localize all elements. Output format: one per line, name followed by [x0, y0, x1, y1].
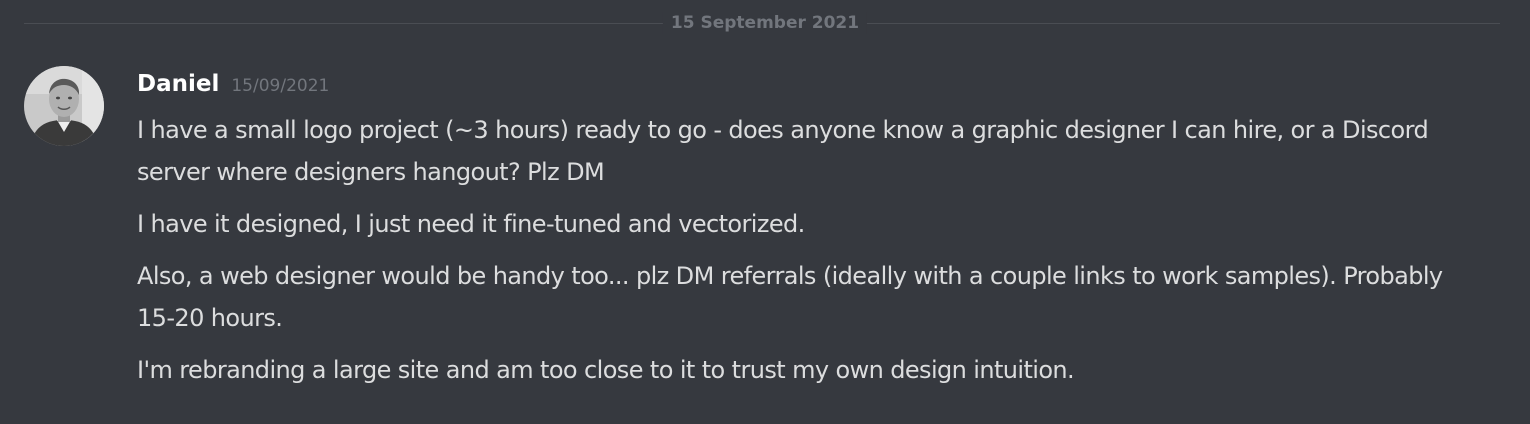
message-timestamp[interactable]: 15/09/2021 [231, 76, 329, 96]
message-line: I have a small logo project (~3 hours) r… [137, 116, 1429, 186]
chat-message-area: 15 September 2021 Daniel15/09/2021 I ha [0, 0, 1530, 424]
date-divider-label: 15 September 2021 [662, 12, 868, 34]
message-content: Daniel 15/09/2021 I have a small logo pro… [137, 66, 1457, 401]
author-username[interactable]: Daniel [137, 71, 219, 97]
avatar-photo-icon [24, 66, 104, 146]
message-header: Daniel 15/09/2021 [137, 66, 1457, 102]
message-line: I have it designed, I just need it fine-… [137, 210, 805, 238]
message-line: Also, a web designer would be handy too.… [137, 262, 1443, 332]
message-line: I'm rebranding a large site and am too c… [137, 356, 1075, 384]
user-avatar[interactable] [24, 66, 104, 146]
